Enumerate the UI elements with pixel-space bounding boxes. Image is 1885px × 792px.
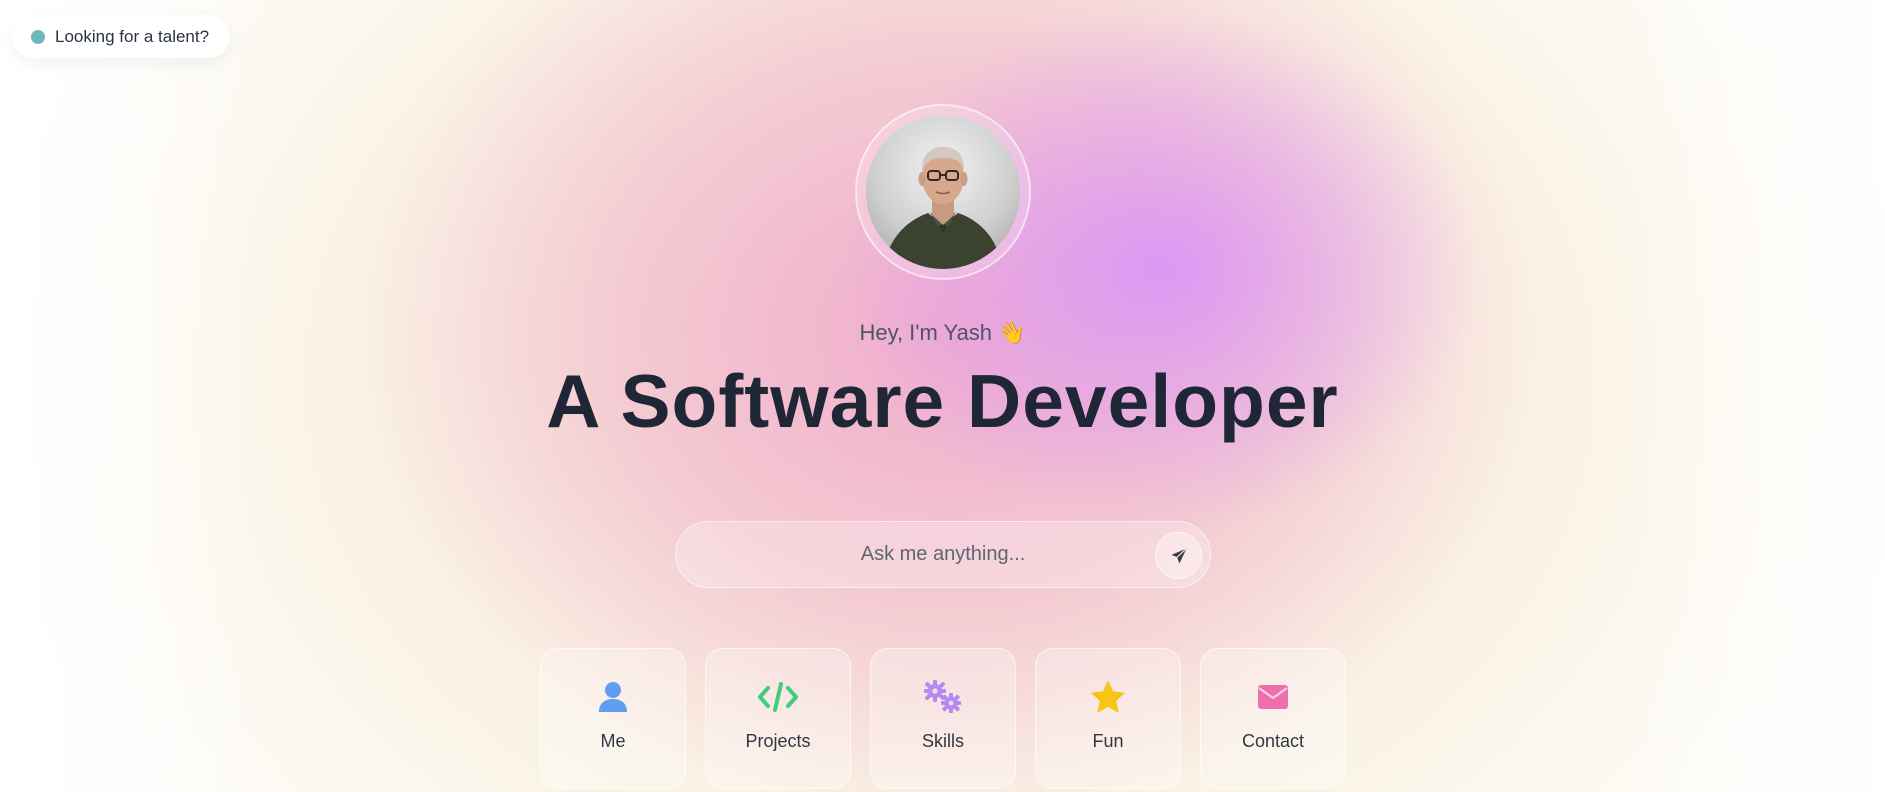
nav-card-label: Contact xyxy=(1241,731,1305,751)
gears-icon xyxy=(924,680,961,713)
nav-cards: Me Projects Skills Fun Contact xyxy=(540,648,1346,789)
page-title: A Software Developer xyxy=(546,359,1339,443)
greeting-text: Hey, I'm Yash 👋 xyxy=(859,320,1026,345)
status-dot-icon xyxy=(31,29,45,44)
looking-for-talent-button[interactable]: Looking for a talent? xyxy=(12,15,231,58)
ask-input[interactable] xyxy=(676,522,1210,587)
nav-card-projects[interactable]: Projects xyxy=(705,648,851,789)
user-icon xyxy=(599,682,627,712)
envelope-icon xyxy=(1258,685,1288,709)
nav-card-label: Me xyxy=(600,731,626,751)
nav-card-skills[interactable]: Skills xyxy=(870,648,1016,789)
nav-card-me[interactable]: Me xyxy=(540,648,686,789)
looking-for-talent-label: Looking for a talent? xyxy=(55,26,210,46)
nav-card-fun[interactable]: Fun xyxy=(1035,648,1181,789)
avatar-ring xyxy=(855,104,1031,280)
nav-card-label: Projects xyxy=(745,731,811,751)
send-button[interactable] xyxy=(1155,532,1202,579)
avatar-portrait xyxy=(884,146,1002,269)
avatar xyxy=(866,115,1020,269)
ask-bar xyxy=(675,521,1211,588)
nav-card-label: Skills xyxy=(921,731,964,751)
star-icon xyxy=(1091,681,1125,713)
nav-card-contact[interactable]: Contact xyxy=(1200,648,1346,789)
paper-plane-icon xyxy=(1171,547,1187,563)
nav-card-label: Fun xyxy=(1092,731,1124,751)
code-icon xyxy=(758,682,798,712)
